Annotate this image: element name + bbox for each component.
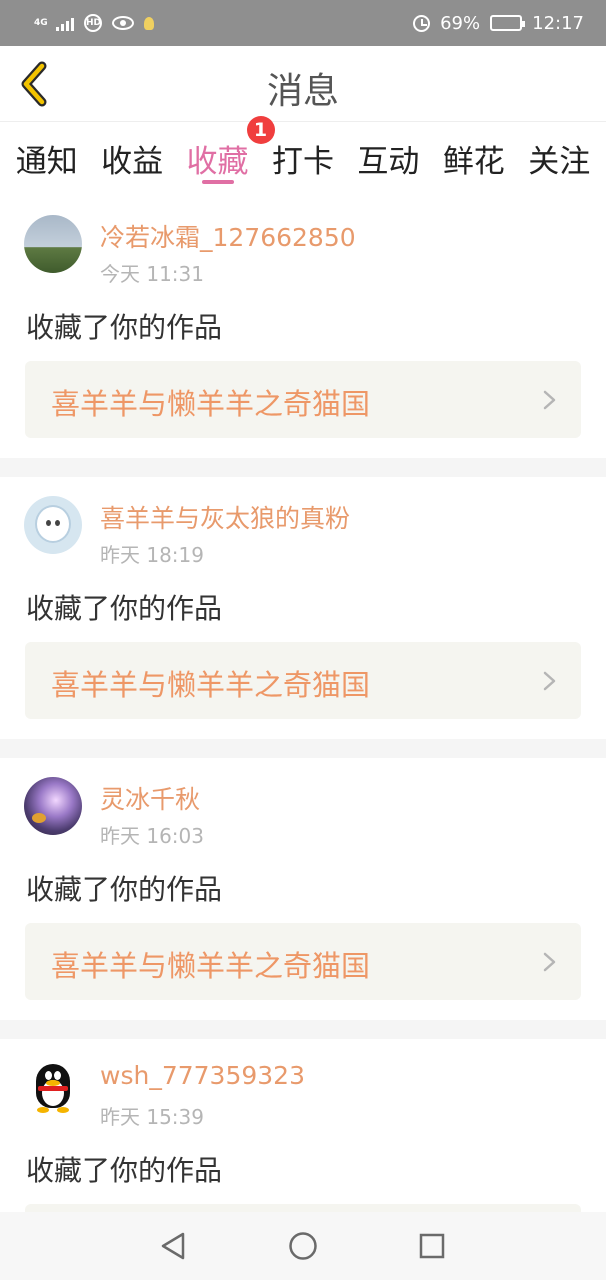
sheep-avatar-icon <box>24 496 82 554</box>
status-right: 69% 12:17 <box>413 13 584 34</box>
tab-earnings[interactable]: 收益 <box>101 122 163 196</box>
signal-icon <box>56 15 74 31</box>
tab-checkin[interactable]: 打卡 <box>272 122 334 196</box>
tab-label: 互动 <box>357 144 420 180</box>
messages-screen: 4G HD 69% 12:17 消息 通知 收益 收藏 1 打卡 互动 鲜花 关… <box>0 0 606 1280</box>
work-title: 喜羊羊与懒羊羊之奇猫国 <box>51 387 371 421</box>
action-text: 收藏了你的作品 <box>26 873 223 906</box>
action-text: 收藏了你的作品 <box>26 1154 223 1187</box>
username[interactable]: 冷若冰霜_127662850 <box>100 218 356 254</box>
action-text: 收藏了你的作品 <box>26 592 223 625</box>
timestamp: 昨天 15:39 <box>100 1105 204 1129</box>
eye-icon <box>112 16 134 30</box>
work-link[interactable]: 喜羊羊与懒羊羊之奇猫国 <box>25 642 581 719</box>
list-item: 喜羊羊与灰太狼的真粉 昨天 18:19 收藏了你的作品 喜羊羊与懒羊羊之奇猫国 <box>0 477 606 739</box>
username[interactable]: wsh_777359323 <box>100 1061 305 1090</box>
work-title: 喜羊羊与懒羊羊之奇猫国 <box>51 668 371 702</box>
active-tab-indicator <box>201 180 234 184</box>
tab-label: 通知 <box>15 144 78 180</box>
battery-icon <box>490 15 526 31</box>
bulb-icon <box>144 16 154 30</box>
timestamp: 昨天 16:03 <box>100 824 204 848</box>
tab-follow[interactable]: 关注 <box>528 122 590 196</box>
work-title: 喜羊羊与懒羊羊之奇猫国 <box>51 949 371 983</box>
tab-interaction[interactable]: 互动 <box>357 122 419 196</box>
home-circle-icon <box>289 1232 317 1260</box>
landscape-avatar-icon <box>24 215 82 273</box>
list-item: 灵冰千秋 昨天 16:03 收藏了你的作品 喜羊羊与懒羊羊之奇猫国 <box>0 758 606 1020</box>
divider <box>0 458 606 477</box>
alarm-icon <box>413 14 431 32</box>
network-type-label: 4G <box>34 17 48 28</box>
avatar[interactable] <box>24 215 82 273</box>
status-left: 4G HD <box>34 14 154 32</box>
clock: 12:17 <box>532 12 584 34</box>
tab-label: 打卡 <box>271 144 334 180</box>
tab-bar: 通知 收益 收藏 1 打卡 互动 鲜花 关注 <box>0 116 606 196</box>
username[interactable]: 灵冰千秋 <box>100 780 200 816</box>
tab-label: 关注 <box>528 144 591 180</box>
tab-label: 鲜花 <box>442 144 505 180</box>
hd-icon: HD <box>84 14 102 32</box>
nav-recents-button[interactable] <box>407 1221 457 1271</box>
anime-avatar-icon <box>24 777 82 835</box>
back-triangle-icon <box>162 1232 185 1260</box>
avatar[interactable] <box>24 777 82 835</box>
avatar[interactable] <box>24 1058 82 1116</box>
nav-back-button[interactable] <box>149 1221 199 1271</box>
work-link[interactable]: 喜羊羊与懒羊羊之奇猫国 <box>25 361 581 438</box>
tab-label: 收益 <box>101 144 164 180</box>
username[interactable]: 喜羊羊与灰太狼的真粉 <box>100 499 350 535</box>
work-link[interactable]: 喜羊羊与懒羊羊之奇猫国 <box>25 923 581 1000</box>
divider <box>0 739 606 758</box>
timestamp: 今天 11:31 <box>100 262 204 286</box>
unread-badge: 1 <box>246 116 275 144</box>
recents-square-icon <box>419 1233 444 1259</box>
chevron-right-icon <box>543 671 556 691</box>
nav-home-button[interactable] <box>278 1221 328 1271</box>
action-text: 收藏了你的作品 <box>26 311 223 344</box>
tab-label: 收藏 <box>186 144 249 180</box>
tab-notifications[interactable]: 通知 <box>16 122 78 196</box>
qq-penguin-avatar-icon <box>24 1058 82 1116</box>
notification-list: 冷若冰霜_127662850 今天 11:31 收藏了你的作品 喜羊羊与懒羊羊之… <box>0 196 606 1280</box>
timestamp: 昨天 18:19 <box>100 543 204 567</box>
chevron-right-icon <box>543 952 556 972</box>
divider <box>0 1020 606 1039</box>
battery-percent: 69% <box>440 12 481 34</box>
tab-flowers[interactable]: 鲜花 <box>443 122 505 196</box>
page-title: 消息 <box>266 71 339 112</box>
status-bar: 4G HD 69% 12:17 <box>0 0 606 46</box>
system-nav-bar <box>0 1212 606 1280</box>
header: 消息 <box>0 46 606 122</box>
avatar[interactable] <box>24 496 82 554</box>
list-item: 冷若冰霜_127662850 今天 11:31 收藏了你的作品 喜羊羊与懒羊羊之… <box>0 196 606 458</box>
tab-favorites[interactable]: 收藏 1 <box>186 116 275 196</box>
chevron-right-icon <box>543 390 556 410</box>
